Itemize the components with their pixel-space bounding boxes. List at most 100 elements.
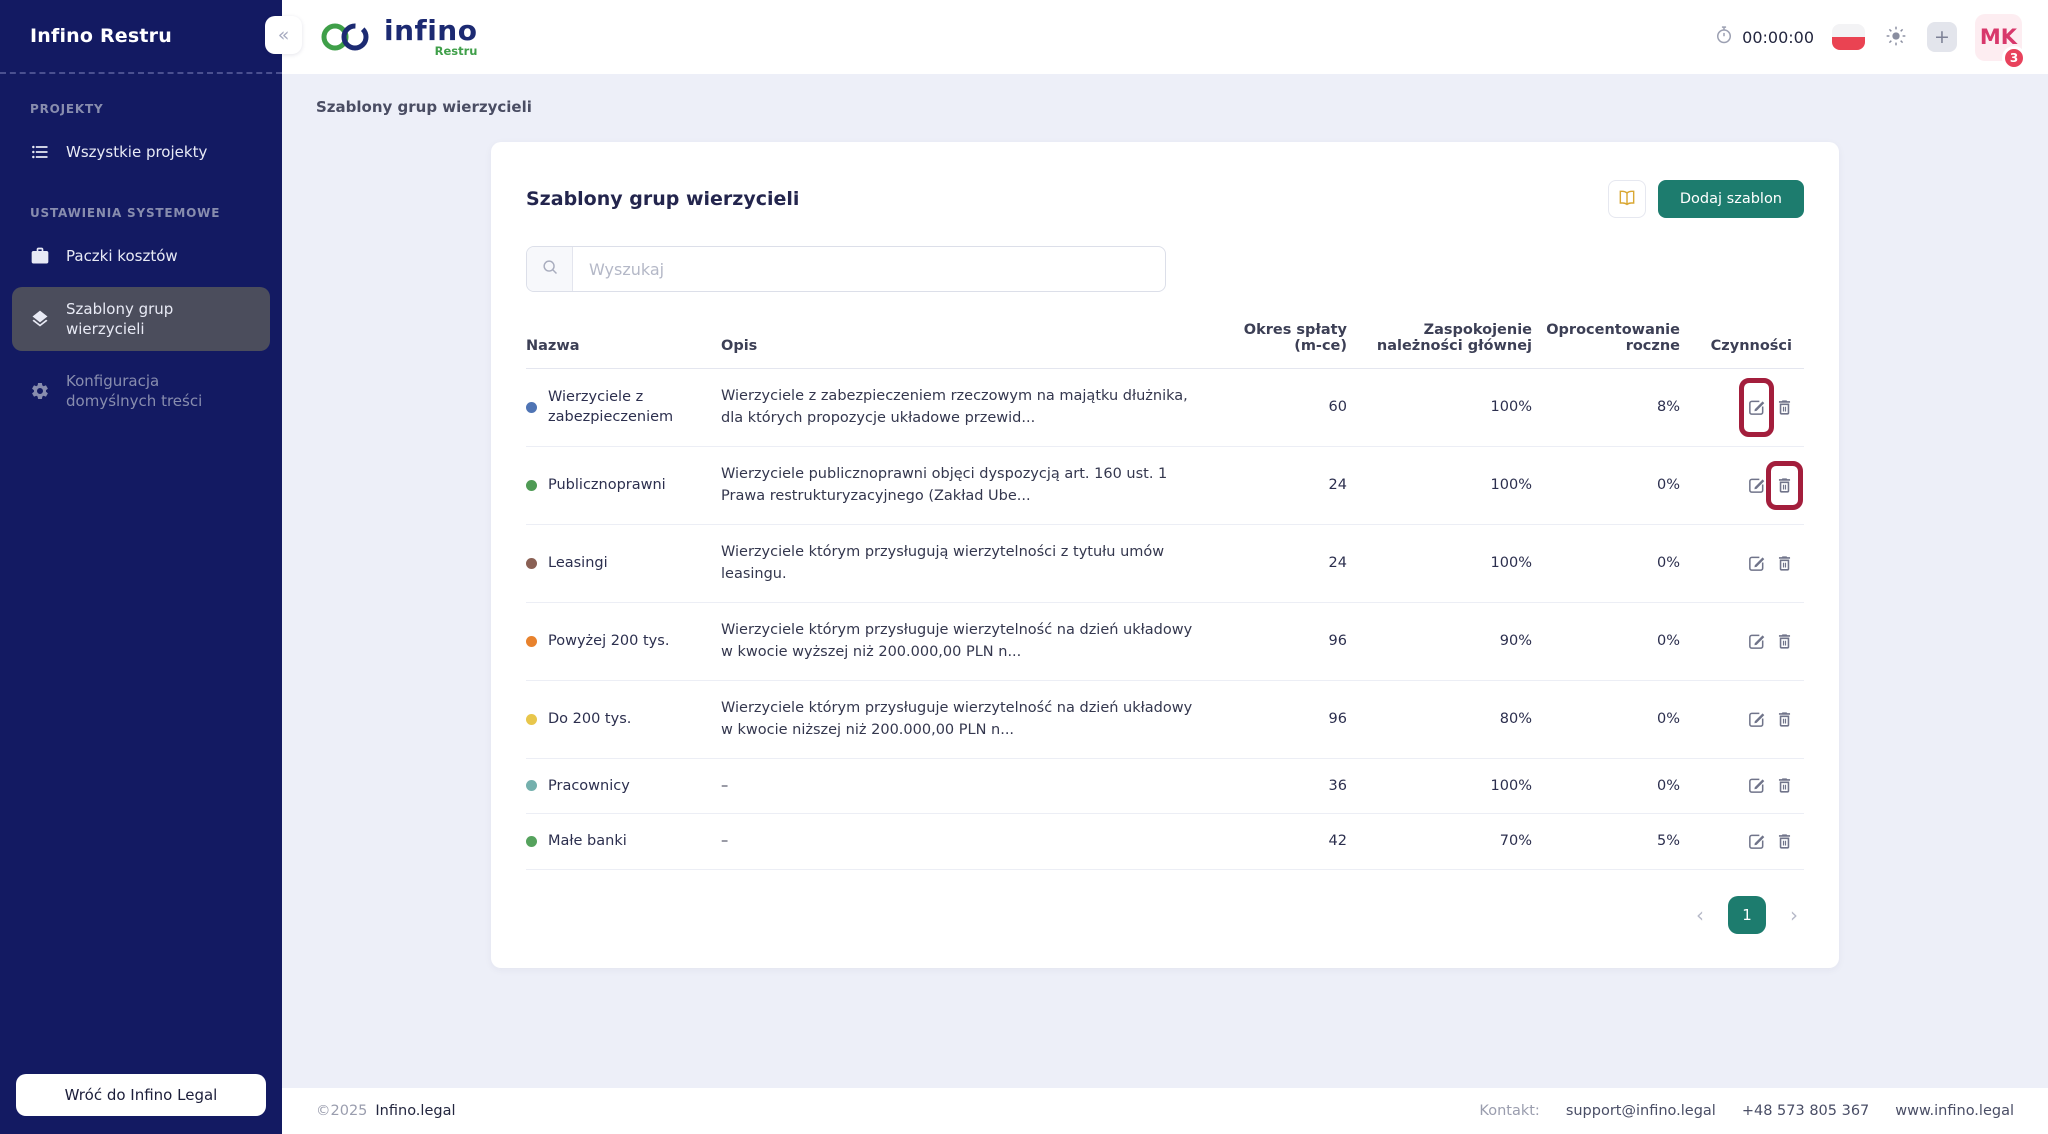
trash-icon xyxy=(1775,832,1794,851)
column-header-okres: Okres spłaty (m-ce) xyxy=(1243,322,1347,354)
sidebar-item-konfiguracja[interactable]: Konfiguracja domyślnych treści xyxy=(12,359,270,424)
group-color-dot xyxy=(526,780,537,792)
brand-name: infino xyxy=(384,13,478,47)
table-row: Wierzyciele z zabezpieczeniem Wierzyciel… xyxy=(526,369,1804,447)
search-bar xyxy=(526,246,1166,292)
row-okres: 96 xyxy=(1328,711,1347,728)
column-header-zaspokojenie: Zaspokojenie należności głównej xyxy=(1376,322,1532,354)
footer-email-link[interactable]: support@infino.legal xyxy=(1566,1103,1716,1119)
delete-button[interactable] xyxy=(1775,710,1794,729)
table-row: Publicznoprawni Wierzyciele publicznopra… xyxy=(526,447,1804,525)
row-okres: 42 xyxy=(1328,833,1347,850)
documentation-button[interactable] xyxy=(1607,180,1646,218)
back-to-infino-legal-button[interactable]: Wróć do Infino Legal xyxy=(16,1074,266,1116)
sidebar-item-label: Paczki kosztów xyxy=(66,247,178,266)
group-color-dot xyxy=(526,635,537,647)
sidebar-item-wszystkie-projekty[interactable]: Wszystkie projekty xyxy=(12,130,270,174)
table-row: Małe banki – 42 70% 5% xyxy=(526,814,1804,870)
list-icon xyxy=(30,142,50,162)
templates-card: Szablony grup wierzycieli Dodaj szablon xyxy=(491,142,1839,968)
search-input[interactable] xyxy=(573,247,1165,291)
footer-phone-link[interactable]: +48 573 805 367 xyxy=(1742,1103,1869,1119)
page-title: Szablony grup wierzycieli xyxy=(526,188,800,210)
delete-button[interactable] xyxy=(1775,398,1794,417)
sidebar-section-projekty: PROJEKTY xyxy=(30,102,104,116)
edit-button[interactable] xyxy=(1739,377,1774,437)
delete-button[interactable] xyxy=(1775,832,1794,851)
table-row: Pracownicy – 36 100% 0% xyxy=(526,759,1804,815)
content-area: Szablony grup wierzycieli Szablony grup … xyxy=(282,74,2048,1088)
sidebar-collapse-button[interactable]: « xyxy=(265,16,302,54)
row-oprocentowanie: 0% xyxy=(1656,711,1680,728)
row-zaspokojenie: 100% xyxy=(1490,555,1532,572)
row-oprocentowanie: 5% xyxy=(1656,833,1680,850)
theme-toggle-button[interactable] xyxy=(1883,23,1909,52)
row-zaspokojenie: 90% xyxy=(1499,633,1532,650)
sidebar-item-label: Szablony grup wierzycieli xyxy=(66,299,174,338)
column-header-oprocentowanie: Oprocentowanie roczne xyxy=(1546,322,1680,354)
row-desc: – xyxy=(721,833,729,850)
sidebar-item-szablony-grup[interactable]: Szablony grup wierzycieli xyxy=(12,286,270,351)
search-segment[interactable] xyxy=(527,247,573,291)
edit-button[interactable] xyxy=(1747,832,1766,851)
session-timer: 00:00:00 xyxy=(1714,25,1814,49)
edit-icon xyxy=(1747,476,1766,495)
trash-icon xyxy=(1775,632,1794,651)
add-quick-button[interactable]: + xyxy=(1927,22,1957,52)
trash-icon xyxy=(1775,776,1794,795)
layers-icon xyxy=(30,309,50,329)
edit-button[interactable] xyxy=(1747,476,1766,495)
edit-button[interactable] xyxy=(1747,554,1766,573)
delete-button[interactable] xyxy=(1766,460,1803,510)
infinity-logo-icon xyxy=(316,18,374,56)
column-header-opis: Opis xyxy=(721,338,758,354)
delete-button[interactable] xyxy=(1775,632,1794,651)
column-header-nazwa: Nazwa xyxy=(526,338,580,354)
delete-button[interactable] xyxy=(1775,776,1794,795)
sidebar: Infino Restru PROJEKTY Wszystkie projekt… xyxy=(0,0,282,1134)
edit-button[interactable] xyxy=(1747,776,1766,795)
pagination-next-icon[interactable]: › xyxy=(1790,903,1798,927)
row-name: Wierzyciele z zabezpieczeniem xyxy=(548,389,674,426)
pagination-prev-icon[interactable]: ‹ xyxy=(1696,903,1704,927)
app-window: Infino Restru PROJEKTY Wszystkie projekt… xyxy=(0,0,2048,1134)
sidebar-item-paczki-kosztow[interactable]: Paczki kosztów xyxy=(12,234,270,278)
gear-icon xyxy=(30,381,50,401)
row-desc: Wierzyciele którym przysługuje wierzytel… xyxy=(721,699,1193,739)
row-desc: Wierzyciele z zabezpieczeniem rzeczowym … xyxy=(721,388,1188,427)
row-okres: 96 xyxy=(1328,633,1347,650)
delete-button[interactable] xyxy=(1775,554,1794,573)
breadcrumb: Szablony grup wierzycieli xyxy=(316,98,532,116)
topbar: infino Restru 00:00:00 + MK 3 xyxy=(282,0,2048,74)
sidebar-section-ustawienia: USTAWIENIA SYSTEMOWE xyxy=(30,206,221,221)
brand-sub: Restru xyxy=(434,43,478,58)
sidebar-title: Infino Restru xyxy=(0,0,282,74)
footer: ©2025 Infino.legal Kontakt: support@infi… xyxy=(282,1088,2048,1134)
row-zaspokojenie: 100% xyxy=(1490,777,1532,794)
row-name: Małe banki xyxy=(548,833,627,850)
group-color-dot xyxy=(526,835,537,847)
table-row: Leasingi Wierzyciele którym przysługują … xyxy=(526,525,1804,603)
stopwatch-icon xyxy=(1714,25,1734,49)
edit-button[interactable] xyxy=(1747,710,1766,729)
edit-button[interactable] xyxy=(1747,632,1766,651)
edit-icon xyxy=(1747,554,1766,573)
table-row: Do 200 tys. Wierzyciele którym przysługu… xyxy=(526,681,1804,759)
notification-badge: 3 xyxy=(2002,45,2026,70)
add-template-button[interactable]: Dodaj szablon xyxy=(1657,180,1804,218)
row-desc: Wierzyciele którym przysługują wierzytel… xyxy=(721,543,1165,583)
row-oprocentowanie: 0% xyxy=(1656,633,1680,650)
language-flag-poland[interactable] xyxy=(1832,24,1865,50)
row-name: Publicznoprawni xyxy=(548,477,666,494)
user-avatar[interactable]: MK 3 xyxy=(1975,13,2026,70)
row-oprocentowanie: 0% xyxy=(1656,477,1680,494)
pagination-page-1[interactable]: 1 xyxy=(1728,895,1766,934)
footer-website-link[interactable]: www.infino.legal xyxy=(1895,1103,2014,1119)
timer-value: 00:00:00 xyxy=(1742,27,1814,47)
row-oprocentowanie: 0% xyxy=(1656,777,1680,794)
row-oprocentowanie: 8% xyxy=(1656,399,1680,416)
row-desc: Wierzyciele publicznoprawni objęci dyspo… xyxy=(721,465,1168,505)
row-name: Pracownicy xyxy=(548,777,630,794)
briefcase-icon xyxy=(30,246,50,266)
row-okres: 60 xyxy=(1328,399,1347,416)
